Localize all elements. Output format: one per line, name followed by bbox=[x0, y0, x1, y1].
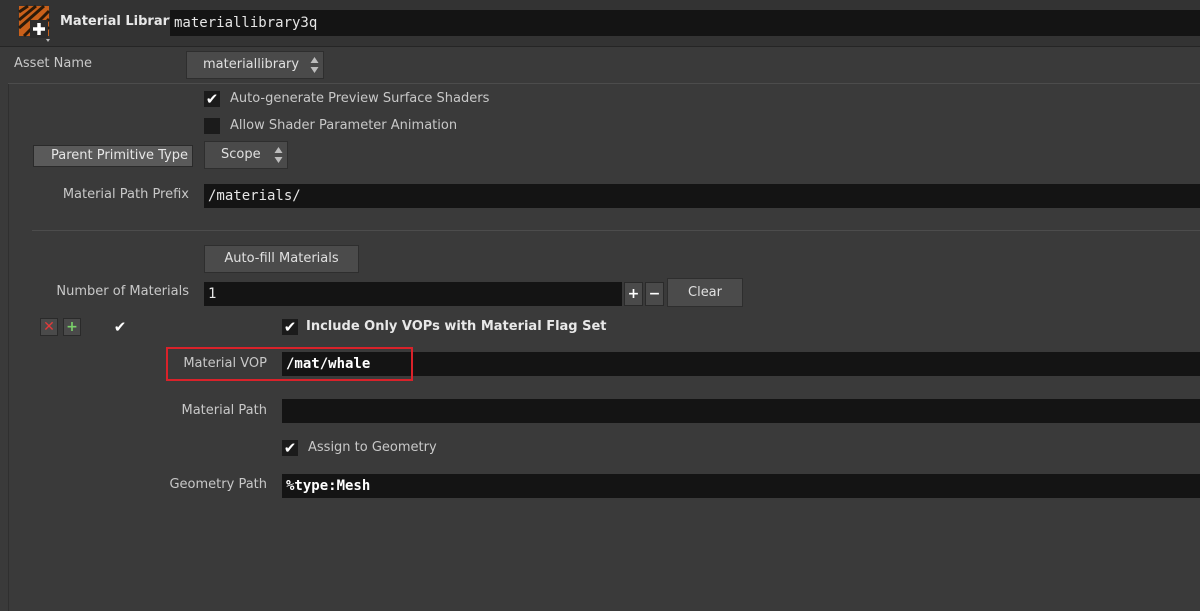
assign-to-geometry-checkbox[interactable]: ✔ bbox=[282, 440, 298, 456]
number-of-materials-field[interactable]: 1 bbox=[204, 282, 622, 306]
allow-anim-label: Allow Shader Parameter Animation bbox=[230, 118, 458, 133]
clear-button[interactable]: Clear bbox=[667, 278, 743, 307]
auto-fill-materials-button[interactable]: Auto-fill Materials bbox=[204, 245, 359, 273]
include-only-vops-label: Include Only VOPs with Material Flag Set bbox=[306, 319, 607, 334]
asset-name-label: Asset Name bbox=[14, 56, 93, 71]
parent-primitive-type-button[interactable]: Parent Primitive Type bbox=[33, 145, 193, 167]
auto-preview-checkbox[interactable]: ✔ bbox=[204, 91, 220, 107]
geometry-path-label: Geometry Path bbox=[169, 477, 267, 492]
asset-name-menu[interactable]: materiallibrary bbox=[186, 51, 324, 79]
insert-instance-icon[interactable]: + bbox=[63, 318, 81, 336]
check-icon: ✔ bbox=[113, 318, 127, 336]
parent-primitive-type-value: Scope bbox=[221, 147, 261, 162]
assign-to-geometry-label: Assign to Geometry bbox=[308, 440, 437, 455]
material-path-prefix-label: Material Path Prefix bbox=[62, 187, 189, 202]
section-divider-middle bbox=[32, 230, 1200, 231]
material-library-node-icon[interactable] bbox=[16, 4, 56, 44]
check-icon: ✔ bbox=[205, 90, 219, 108]
number-of-materials-label: Number of Materials bbox=[56, 284, 189, 299]
check-icon: ✔ bbox=[283, 318, 297, 336]
material-path-prefix-field[interactable]: /materials/ bbox=[204, 184, 1200, 208]
allow-anim-checkbox[interactable] bbox=[204, 118, 220, 134]
highlight-annotation bbox=[166, 347, 413, 381]
material-path-label: Material Path bbox=[181, 403, 267, 418]
parent-primitive-type-menu[interactable]: Scope bbox=[204, 141, 288, 169]
instance-enable-checkbox[interactable]: ✔ bbox=[112, 319, 128, 335]
remove-instance-icon[interactable]: ✕ bbox=[40, 318, 58, 336]
add-material-button[interactable]: + bbox=[624, 282, 643, 306]
auto-preview-label: Auto-generate Preview Surface Shaders bbox=[230, 91, 490, 106]
folder-gutter bbox=[8, 84, 9, 611]
geometry-path-field[interactable]: %type:Mesh bbox=[282, 474, 1200, 498]
section-divider-top bbox=[8, 83, 1200, 84]
include-only-vops-checkbox[interactable]: ✔ bbox=[282, 319, 298, 335]
node-name-field[interactable]: materiallibrary3q bbox=[170, 10, 1200, 36]
material-path-field[interactable] bbox=[282, 399, 1200, 423]
menu-arrows-icon bbox=[274, 147, 283, 163]
remove-material-button[interactable]: − bbox=[645, 282, 664, 306]
node-type-label: Material Library bbox=[60, 14, 178, 29]
check-icon: ✔ bbox=[283, 439, 297, 457]
asset-name-value: materiallibrary bbox=[203, 57, 300, 72]
menu-arrows-icon bbox=[310, 57, 319, 73]
material-vop-field[interactable]: /mat/whale bbox=[282, 352, 1200, 376]
